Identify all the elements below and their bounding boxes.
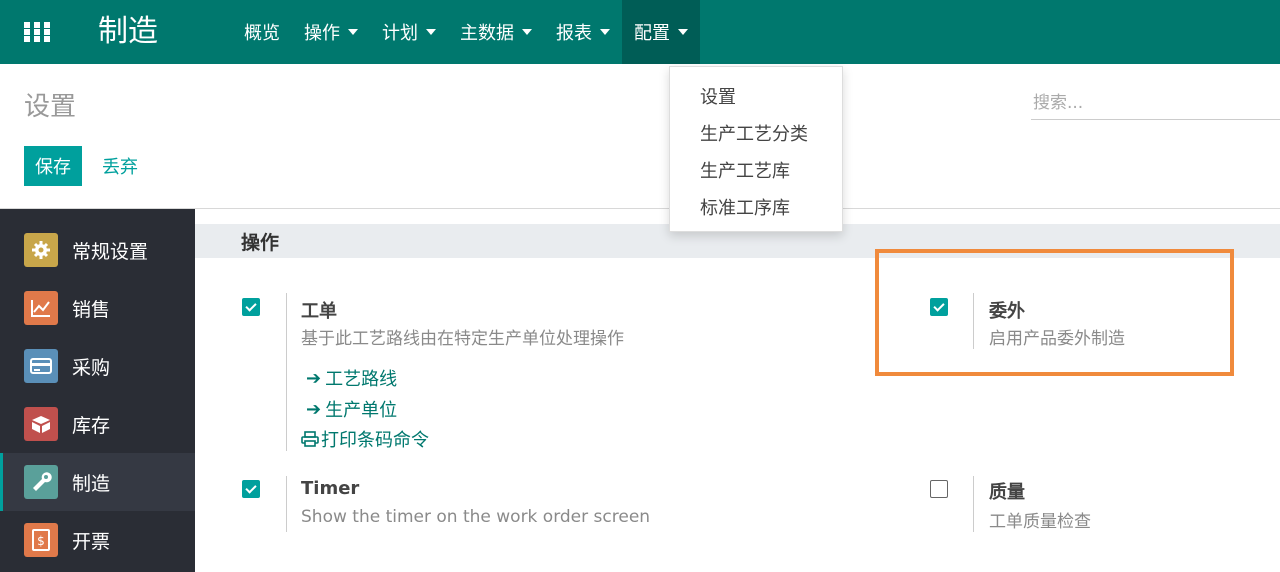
timer-checkbox[interactable] [242,480,260,498]
sidebar-item-purchase[interactable]: 采购 [0,337,195,395]
box-icon [24,407,58,441]
print-barcodes-link[interactable]: 打印条码命令 [301,426,429,452]
gear-icon [24,233,58,267]
workorder-description: 基于此工艺路线由在特定生产单位处理操作 [301,329,624,349]
sidebar-item-label: 制造 [72,472,111,495]
search-input[interactable] [1031,86,1280,120]
menu-master-data[interactable]: 主数据 [448,0,544,64]
invoice-icon: $ [24,523,58,557]
menu-planning[interactable]: 计划 [370,0,448,64]
app-name[interactable]: 制造 [98,10,158,54]
sidebar-item-inventory[interactable]: 库存 [0,395,195,453]
apps-grid-icon[interactable] [24,22,50,42]
configuration-dropdown: 设置 生产工艺分类 生产工艺库 标准工序库 [669,66,843,232]
sidebar-item-invoicing[interactable]: $ 开票 [0,511,195,569]
caret-down-icon [600,29,610,35]
caret-down-icon [348,29,358,35]
menu-operations[interactable]: 操作 [292,0,370,64]
svg-text:$: $ [37,534,45,548]
menu-overview[interactable]: 概览 [232,0,292,64]
dropdown-item-routing-category[interactable]: 生产工艺分类 [700,120,808,146]
caret-down-icon [678,29,688,35]
dropdown-item-routings[interactable]: 生产工艺库 [700,157,790,183]
print-icon [301,431,319,447]
menu-configuration[interactable]: 配置 [622,0,700,64]
page-title: 设置 [24,92,77,122]
card-icon [24,349,58,383]
arrow-right-icon: ➔ [306,398,322,420]
highlight-annotation [875,249,1234,376]
routings-link[interactable]: ➔ 工艺路线 [306,365,397,391]
main-menu: 概览 操作 计划 主数据 报表 配置 [232,0,700,64]
chart-icon [24,291,58,325]
sidebar-item-label: 采购 [72,356,111,379]
section-title: 操作 [241,232,280,254]
sidebar-item-sales[interactable]: 销售 [0,279,195,337]
timer-description: Show the timer on the work order screen [301,507,651,527]
caret-down-icon [522,29,532,35]
menu-reporting[interactable]: 报表 [544,0,622,64]
divider [973,476,974,532]
sidebar-item-label: 开票 [72,530,111,553]
dropdown-item-settings[interactable]: 设置 [700,83,736,109]
dropdown-item-standard-operations[interactable]: 标准工序库 [700,194,790,220]
top-navbar: 制造 概览 操作 计划 主数据 报表 配置 [0,0,1280,64]
sidebar-item-label: 常规设置 [72,240,149,263]
workorder-checkbox[interactable] [242,298,260,316]
caret-down-icon [426,29,436,35]
save-button[interactable]: 保存 [24,146,82,186]
workcenters-link[interactable]: ➔ 生产单位 [306,396,397,422]
sidebar-item-general[interactable]: 常规设置 [0,221,195,279]
divider [286,293,287,451]
quality-title: 质量 [989,482,1025,503]
sidebar-item-label: 销售 [72,298,111,321]
timer-title: Timer [301,478,360,499]
quality-checkbox[interactable] [930,480,948,498]
wrench-icon [24,465,58,499]
sidebar-item-label: 库存 [72,414,111,437]
settings-sidebar: 常规设置 销售 采购 库存 制造 $ 开票 [0,209,195,572]
quality-description: 工单质量检查 [989,512,1091,532]
workorder-title: 工单 [301,301,337,322]
sidebar-item-manufacturing[interactable]: 制造 [0,453,195,511]
divider [286,476,287,532]
arrow-right-icon: ➔ [306,367,322,389]
discard-button[interactable]: 丢弃 [102,146,138,186]
